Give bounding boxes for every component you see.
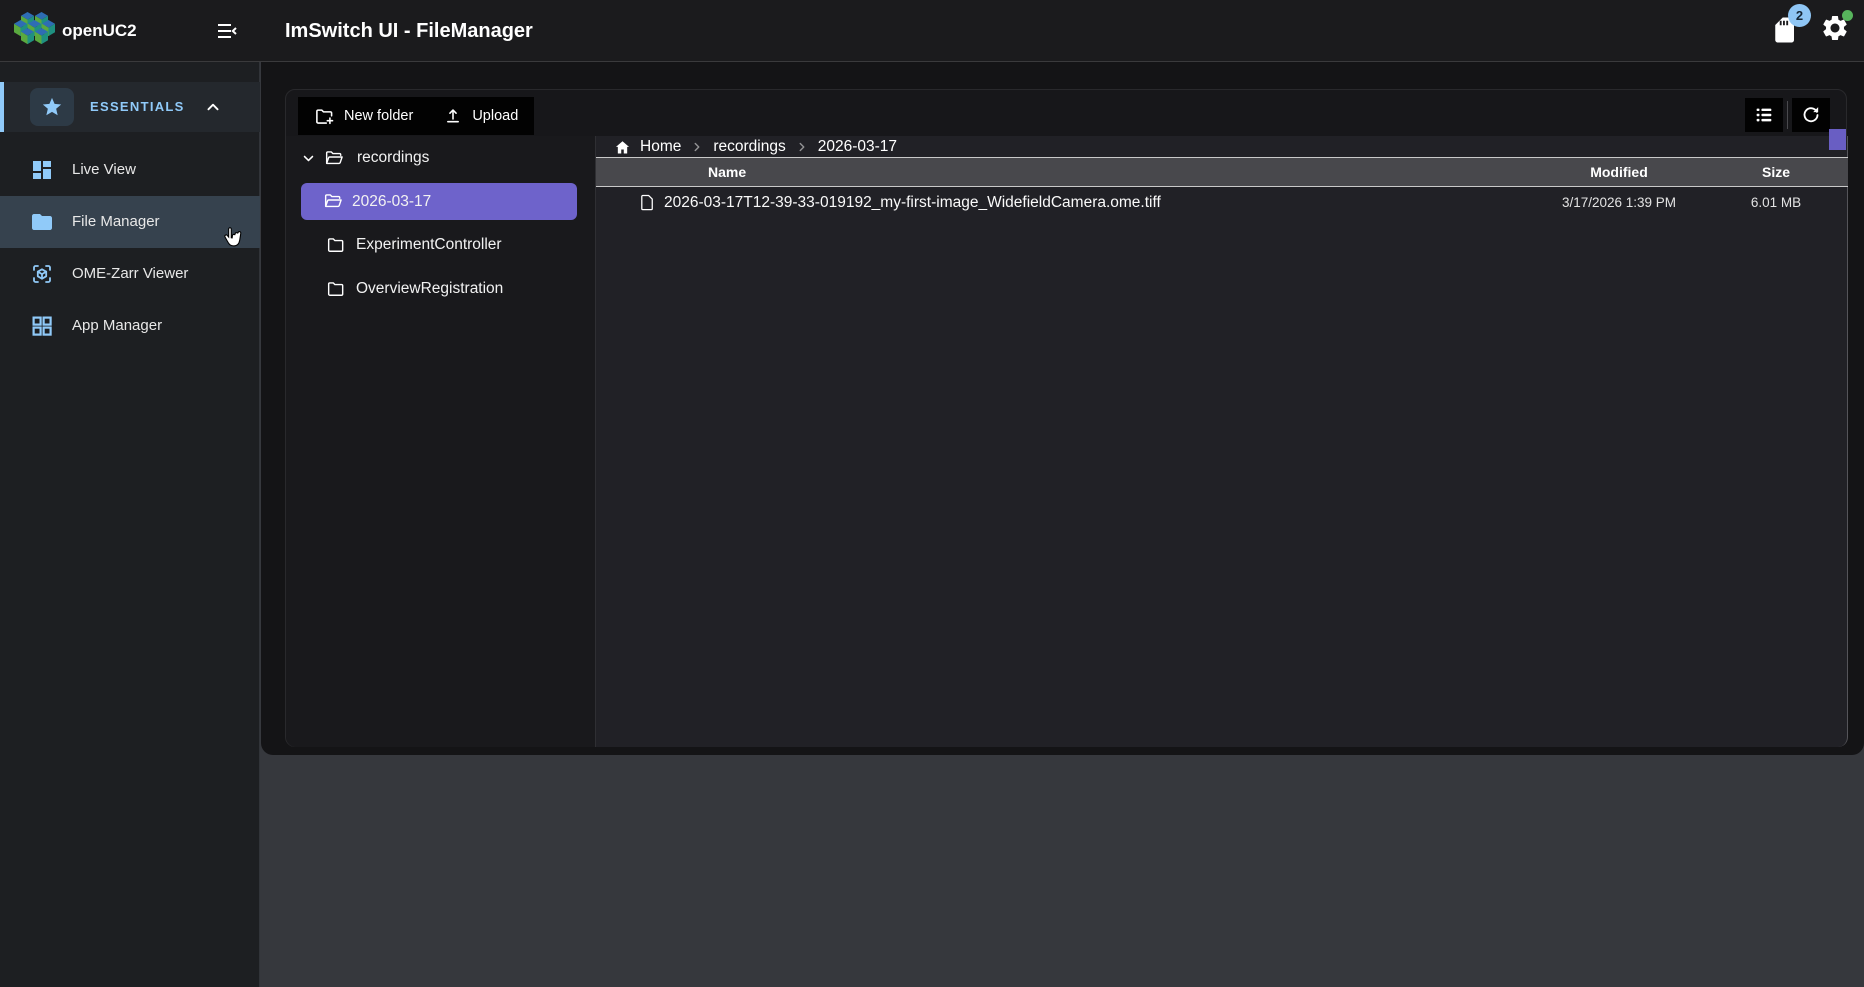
new-folder-button[interactable]: New folder: [314, 106, 413, 127]
file-icon: [638, 193, 657, 212]
sidebar-item-label: App Manager: [72, 300, 162, 352]
sidebar: ESSENTIALS Live View File Manager OME-Za…: [0, 62, 260, 987]
folder-open-icon: [324, 148, 344, 168]
refresh-button[interactable]: [1792, 98, 1830, 132]
view-controls: [1745, 98, 1830, 132]
upload-button[interactable]: Upload: [443, 106, 518, 126]
upload-label: Upload: [472, 108, 518, 124]
folder-open-icon: [323, 191, 343, 211]
new-folder-icon: [314, 106, 335, 127]
column-header-name[interactable]: Name: [708, 158, 746, 186]
file-manager-panel: New folder Upload: [285, 89, 1847, 747]
sidebar-item-file-manager[interactable]: File Manager: [0, 196, 260, 248]
dashboard-icon: [30, 158, 54, 182]
chevron-down-icon[interactable]: [299, 149, 318, 168]
tree-item-label: 2026-03-17: [352, 183, 431, 220]
new-folder-label: New folder: [344, 108, 413, 124]
connection-status-dot: [1842, 10, 1853, 21]
refresh-icon: [1800, 104, 1822, 126]
home-icon: [614, 139, 631, 156]
breadcrumb-item-home[interactable]: Home: [640, 138, 681, 156]
star-icon: [41, 96, 63, 118]
scrollbar-thumb[interactable]: [1829, 129, 1846, 150]
sidebar-item-label: File Manager: [72, 196, 160, 248]
sidebar-collapse-button[interactable]: [208, 13, 246, 49]
column-header-size[interactable]: Size: [1748, 158, 1804, 186]
sidebar-item-live-view[interactable]: Live View: [0, 144, 260, 196]
tree-item-experimentcontroller[interactable]: ExperimentController: [286, 230, 596, 260]
tree-item-2026-03-17-selected[interactable]: 2026-03-17: [301, 183, 577, 220]
tree-item-overviewregistration[interactable]: OverviewRegistration: [286, 274, 596, 304]
page-title: ImSwitch UI - FileManager: [285, 0, 533, 62]
chevron-right-icon: [795, 140, 809, 154]
toolbar-divider: [1787, 101, 1788, 129]
app-header: openUC2 ImSwitch UI - FileManager 2: [0, 0, 1864, 62]
upload-icon: [443, 106, 463, 126]
folder-closed-icon: [326, 279, 346, 299]
file-modified: 3/17/2026 1:39 PM: [1554, 187, 1684, 218]
list-view-icon: [1753, 104, 1775, 126]
notification-badge: 2: [1788, 4, 1811, 27]
folder-icon: [30, 210, 54, 234]
file-name: 2026-03-17T12-39-33-019192_my-first-imag…: [664, 187, 1161, 218]
chevron-up-icon[interactable]: [202, 96, 224, 118]
tree-item-label: recordings: [357, 143, 429, 173]
breadcrumb-item-recordings[interactable]: recordings: [713, 138, 785, 156]
folder-closed-icon: [326, 235, 346, 255]
sidebar-item-app-manager[interactable]: App Manager: [0, 300, 260, 352]
file-toolbar: New folder Upload: [298, 97, 534, 135]
sidebar-section-label: ESSENTIALS: [90, 82, 185, 132]
sidebar-item-label: OME-Zarr Viewer: [72, 248, 188, 300]
file-size: 6.01 MB: [1742, 187, 1810, 218]
tree-item-label: OverviewRegistration: [356, 274, 503, 304]
chevron-right-icon: [690, 140, 704, 154]
essentials-star-box: [30, 88, 74, 126]
menu-open-icon: [215, 19, 239, 43]
logo-text: openUC2: [62, 0, 137, 62]
file-table-header: Name Modified Size: [596, 157, 1848, 187]
column-header-modified[interactable]: Modified: [1584, 158, 1654, 186]
breadcrumb: Home recordings 2026-03-17: [614, 136, 897, 158]
tree-item-label: ExperimentController: [356, 230, 502, 260]
openuc2-logo-icon: [12, 9, 56, 53]
breadcrumb-item-2026-03-17[interactable]: 2026-03-17: [818, 138, 897, 156]
folder-tree-pane: recordings 2026-03-17 ExperimentControll…: [286, 136, 596, 747]
tree-item-recordings[interactable]: recordings: [286, 143, 596, 173]
sidebar-section-essentials[interactable]: ESSENTIALS: [0, 82, 260, 132]
apps-grid-icon: [30, 314, 54, 338]
sidebar-item-label: Live View: [72, 144, 136, 196]
file-list-pane: Home recordings 2026-03-17 Name Modified…: [596, 136, 1848, 747]
sidebar-item-ome-zarr-viewer[interactable]: OME-Zarr Viewer: [0, 248, 260, 300]
zarr-cube-icon: [30, 262, 54, 286]
list-view-button[interactable]: [1745, 98, 1783, 132]
file-row[interactable]: 2026-03-17T12-39-33-019192_my-first-imag…: [596, 187, 1848, 218]
